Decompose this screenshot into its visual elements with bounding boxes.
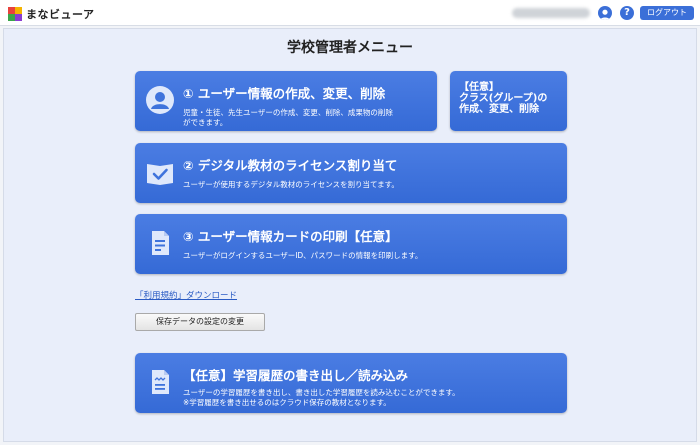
card-title: ② デジタル教材のライセンス割り当て: [183, 158, 398, 173]
user-circle-icon: [145, 85, 175, 119]
learning-history-card[interactable]: 【任意】学習履歴の書き出し／読み込み ユーザーの学習履歴を書き出し、書き出した学…: [135, 353, 567, 413]
card-title: ③ ユーザー情報カードの印刷【任意】: [183, 229, 398, 244]
card-description: ユーザーがログインするユーザーID、パスワードの情報を印刷します。: [183, 251, 423, 260]
page-title: 学校管理者メニュー: [287, 40, 413, 56]
app-name: まなビューア: [26, 8, 95, 21]
document-icon: [145, 228, 175, 262]
logo-cube-icon: [8, 7, 22, 21]
terms-download-link[interactable]: 「利用規約」ダウンロード: [135, 289, 237, 301]
card-description: 児童・生徒、先生ユーザーの作成、変更、削除、成果物の削除 ができます。: [183, 108, 393, 127]
book-check-icon: [145, 158, 175, 192]
card-title: ① ユーザー情報の作成、変更、削除: [183, 86, 386, 101]
user-account-icon[interactable]: [598, 6, 612, 20]
card-title: 【任意】学習履歴の書き出し／読み込み: [183, 368, 409, 383]
help-icon[interactable]: ?: [620, 6, 634, 20]
logout-button[interactable]: ログアウト: [640, 6, 694, 20]
history-file-icon: [145, 367, 175, 401]
card-description: ユーザーの学習履歴を書き出し、書き出した学習履歴を読み込むことができます。 ※学…: [183, 388, 460, 407]
app-header: まなビューア ? ログアウト: [0, 0, 700, 26]
user-management-card[interactable]: ① ユーザー情報の作成、変更、削除 児童・生徒、先生ユーザーの作成、変更、削除、…: [135, 71, 437, 131]
save-data-settings-button[interactable]: 保存データの設定の変更: [135, 313, 265, 331]
class-group-card[interactable]: 【任意】 クラス(グループ)の 作成、変更、削除: [450, 71, 567, 131]
user-card-print-card[interactable]: ③ ユーザー情報カードの印刷【任意】 ユーザーがログインするユーザーID、パスワ…: [135, 214, 567, 274]
card-description: ユーザーが使用するデジタル教材のライセンスを割り当てます。: [183, 180, 399, 189]
app-logo[interactable]: まなビューア: [8, 6, 95, 22]
user-name-blurred: [512, 8, 590, 18]
license-assignment-card[interactable]: ② デジタル教材のライセンス割り当て ユーザーが使用するデジタル教材のライセンス…: [135, 143, 567, 203]
card-title: 【任意】 クラス(グループ)の 作成、変更、削除: [459, 82, 548, 115]
